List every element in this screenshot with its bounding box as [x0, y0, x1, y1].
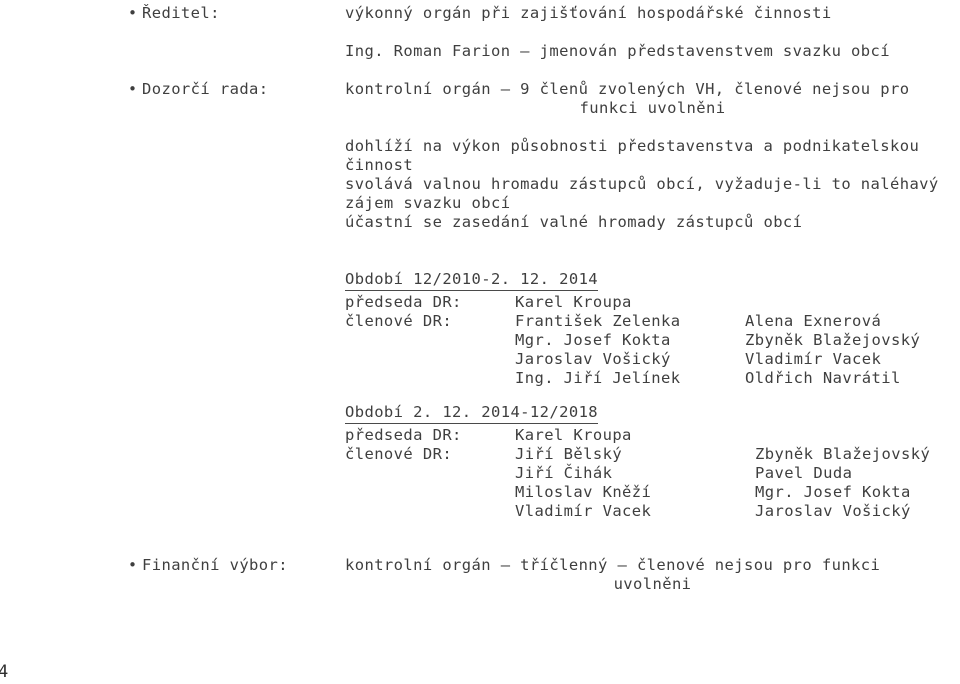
period-members-label: členové DR:: [345, 312, 453, 330]
period-member-row: Vladimír Vacek Jaroslav Vošický: [345, 502, 960, 521]
body-line: funkci uvolněni: [579, 99, 726, 117]
period-member-name: Ing. Jiří Jelínek: [515, 369, 681, 387]
period-member-name: Jiří Bělský: [515, 445, 623, 463]
section-body-dozorci-rada: kontrolní orgán – 9 členů zvolených VH, …: [345, 80, 960, 232]
section-body-financni-vybor: kontrolní orgán – tříčlenný – členové ne…: [345, 556, 960, 594]
section-label-text: Ředitel:: [142, 4, 220, 22]
period-member-name: Oldřich Navrátil: [745, 369, 901, 387]
period-member-row: Ing. Jiří Jelínek Oldřich Navrátil: [345, 369, 960, 388]
body-line: uvolněni: [613, 575, 692, 593]
period-chair-name: Karel Kroupa: [515, 293, 632, 311]
period-member-row: Jaroslav Vošický Vladimír Vacek: [345, 350, 960, 369]
period-member-row: Miloslav Kněží Mgr. Josef Kokta: [345, 483, 960, 502]
body-line: kontrolní orgán – 9 členů zvolených VH, …: [345, 80, 910, 98]
body-line: kontrolní orgán – tříčlenný – členové ne…: [345, 556, 881, 574]
period-member-row: Mgr. Josef Kokta Zbyněk Blažejovský: [345, 331, 960, 350]
period-chair-label: předseda DR:: [345, 293, 462, 311]
body-line: výkonný orgán při zajišťování hospodářsk…: [345, 4, 832, 22]
period-title: Období 2. 12. 2014-12/2018: [345, 403, 599, 424]
period-member-name: Miloslav Kněží: [515, 483, 652, 501]
period-chair-label: předseda DR:: [345, 426, 462, 444]
section-label-text: Dozorčí rada:: [142, 80, 269, 98]
bullet-icon: •: [128, 80, 138, 98]
period-member-row: členové DR: Jiří Bělský Zbyněk Blažejovs…: [345, 445, 960, 464]
body-line: účastní se zasedání valné hromady zástup…: [345, 213, 803, 231]
section-label-financni-vybor: • Finanční výbor:: [128, 556, 288, 575]
period-block-2: Období 2. 12. 2014-12/2018 předseda DR: …: [345, 402, 960, 521]
document-page: • Ředitel: výkonný orgán při zajišťování…: [0, 0, 960, 684]
period-member-name: Mgr. Josef Kokta: [755, 483, 911, 501]
section-label-text: Finanční výbor:: [142, 556, 288, 574]
period-member-name: Alena Exnerová: [745, 312, 882, 330]
period-members-label: členové DR:: [345, 445, 453, 463]
body-line: Ing. Roman Farion – jmenován představens…: [345, 42, 890, 60]
period-member-name: Jiří Čihák: [515, 464, 613, 482]
body-line: svolává valnou hromadu zástupců obcí, vy…: [345, 175, 939, 193]
period-member-name: Mgr. Josef Kokta: [515, 331, 671, 349]
period-member-name: František Zelenka: [515, 312, 681, 330]
period-block-1: Období 12/2010-2. 12. 2014 předseda DR: …: [345, 269, 960, 388]
period-member-name: Zbyněk Blažejovský: [755, 445, 931, 463]
period-member-name: Zbyněk Blažejovský: [745, 331, 921, 349]
body-line: dohlíží na výkon působnosti představenst…: [345, 137, 920, 155]
section-body-reditel: výkonný orgán při zajišťování hospodářsk…: [345, 4, 960, 61]
page-number: 4: [0, 662, 9, 682]
period-chair-row: předseda DR: Karel Kroupa: [345, 293, 960, 312]
body-line: činnost: [345, 156, 414, 174]
period-member-row: Jiří Čihák Pavel Duda: [345, 464, 960, 483]
period-title-wrap: Období 12/2010-2. 12. 2014: [345, 269, 960, 291]
period-title: Období 12/2010-2. 12. 2014: [345, 270, 599, 291]
section-label-dozorci-rada: • Dozorčí rada:: [128, 80, 269, 99]
period-title-wrap: Období 2. 12. 2014-12/2018: [345, 402, 960, 424]
period-chair-row: předseda DR: Karel Kroupa: [345, 426, 960, 445]
period-member-name: Vladimír Vacek: [745, 350, 882, 368]
period-chair-name: Karel Kroupa: [515, 426, 632, 444]
period-member-name: Vladimír Vacek: [515, 502, 652, 520]
period-member-name: Jaroslav Vošický: [515, 350, 671, 368]
bullet-icon: •: [128, 556, 138, 574]
period-rows: předseda DR: Karel Kroupa členové DR: Fr…: [345, 293, 960, 388]
section-label-reditel: • Ředitel:: [128, 4, 220, 23]
period-member-name: Jaroslav Vošický: [755, 502, 911, 520]
period-member-name: Pavel Duda: [755, 464, 853, 482]
period-rows: předseda DR: Karel Kroupa členové DR: Ji…: [345, 426, 960, 521]
bullet-icon: •: [128, 4, 138, 22]
period-member-row: členové DR: František Zelenka Alena Exne…: [345, 312, 960, 331]
body-line: zájem svazku obcí: [345, 194, 511, 212]
